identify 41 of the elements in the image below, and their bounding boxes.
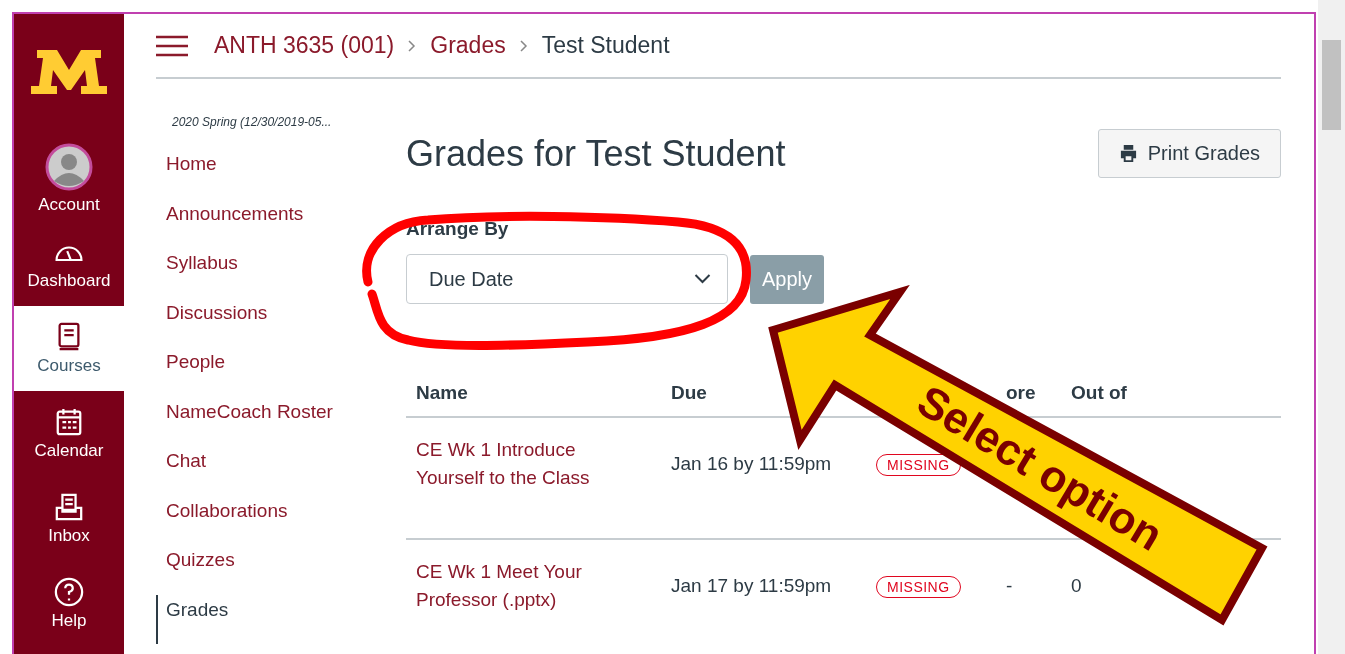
course-nav-link[interactable]: Announcements: [156, 198, 304, 248]
course-nav-link[interactable]: NameCoach Roster: [156, 396, 333, 446]
arrange-by-dropdown[interactable]: Due Date: [406, 254, 728, 304]
course-nav-link[interactable]: Discussions: [156, 297, 268, 347]
course-nav-link[interactable]: Syllabus: [156, 248, 238, 298]
breadcrumb-link[interactable]: ANTH 3635 (001): [214, 32, 395, 59]
points-possible: 0: [1071, 575, 1082, 596]
breadcrumb-link[interactable]: Grades: [430, 32, 506, 59]
course-nav-link[interactable]: People: [156, 347, 226, 397]
scrollbar[interactable]: [1318, 0, 1345, 654]
printer-icon: [1118, 144, 1138, 163]
menu-icon[interactable]: [156, 34, 188, 57]
assignment-link[interactable]: CE Wk 1 Meet Your Professor (.pptx): [416, 558, 631, 614]
course-nav-link[interactable]: Chat: [156, 446, 207, 496]
global-nav-item[interactable]: Help: [14, 561, 124, 646]
column-header: Name: [406, 374, 661, 417]
column-header: Out of: [1061, 374, 1282, 417]
scrollbar-thumb[interactable]: [1322, 40, 1342, 130]
score-value: -: [1006, 575, 1013, 596]
course-nav-link[interactable]: Grades: [156, 594, 229, 644]
course-nav-link[interactable]: Home: [156, 149, 217, 199]
due-date: Jan 16 by 11:59pm: [671, 453, 832, 474]
breadcrumb-link[interactable]: Test Student: [541, 32, 670, 59]
global-nav-item[interactable]: Calendar: [14, 391, 124, 476]
chevron-icon: [408, 39, 417, 52]
page-title: Grades for Test Student: [406, 132, 786, 175]
inbox-icon: [53, 491, 85, 522]
global-nav-item[interactable]: Inbox: [14, 476, 124, 561]
assignment-link[interactable]: CE Wk 1 Introduce Yourself to the Class: [416, 436, 631, 492]
course-nav-link[interactable]: Collaborations: [156, 495, 288, 545]
global-nav-item[interactable]: Dashboard: [14, 221, 124, 306]
print-grades-button[interactable]: Print Grades: [1097, 129, 1282, 178]
term-label: 2020 Spring (12/30/2019-05...: [172, 115, 332, 129]
global-nav-item[interactable]: Account: [14, 136, 124, 221]
course-nav-link[interactable]: Quizzes: [156, 545, 235, 595]
chevron-icon: [519, 39, 528, 52]
global-nav-item[interactable]: Courses: [14, 306, 124, 391]
chevron-down-icon: [694, 274, 711, 284]
avatar-icon: [45, 142, 93, 191]
help-icon: [53, 576, 85, 607]
due-date: Jan 17 by 11:59pm: [671, 575, 832, 596]
